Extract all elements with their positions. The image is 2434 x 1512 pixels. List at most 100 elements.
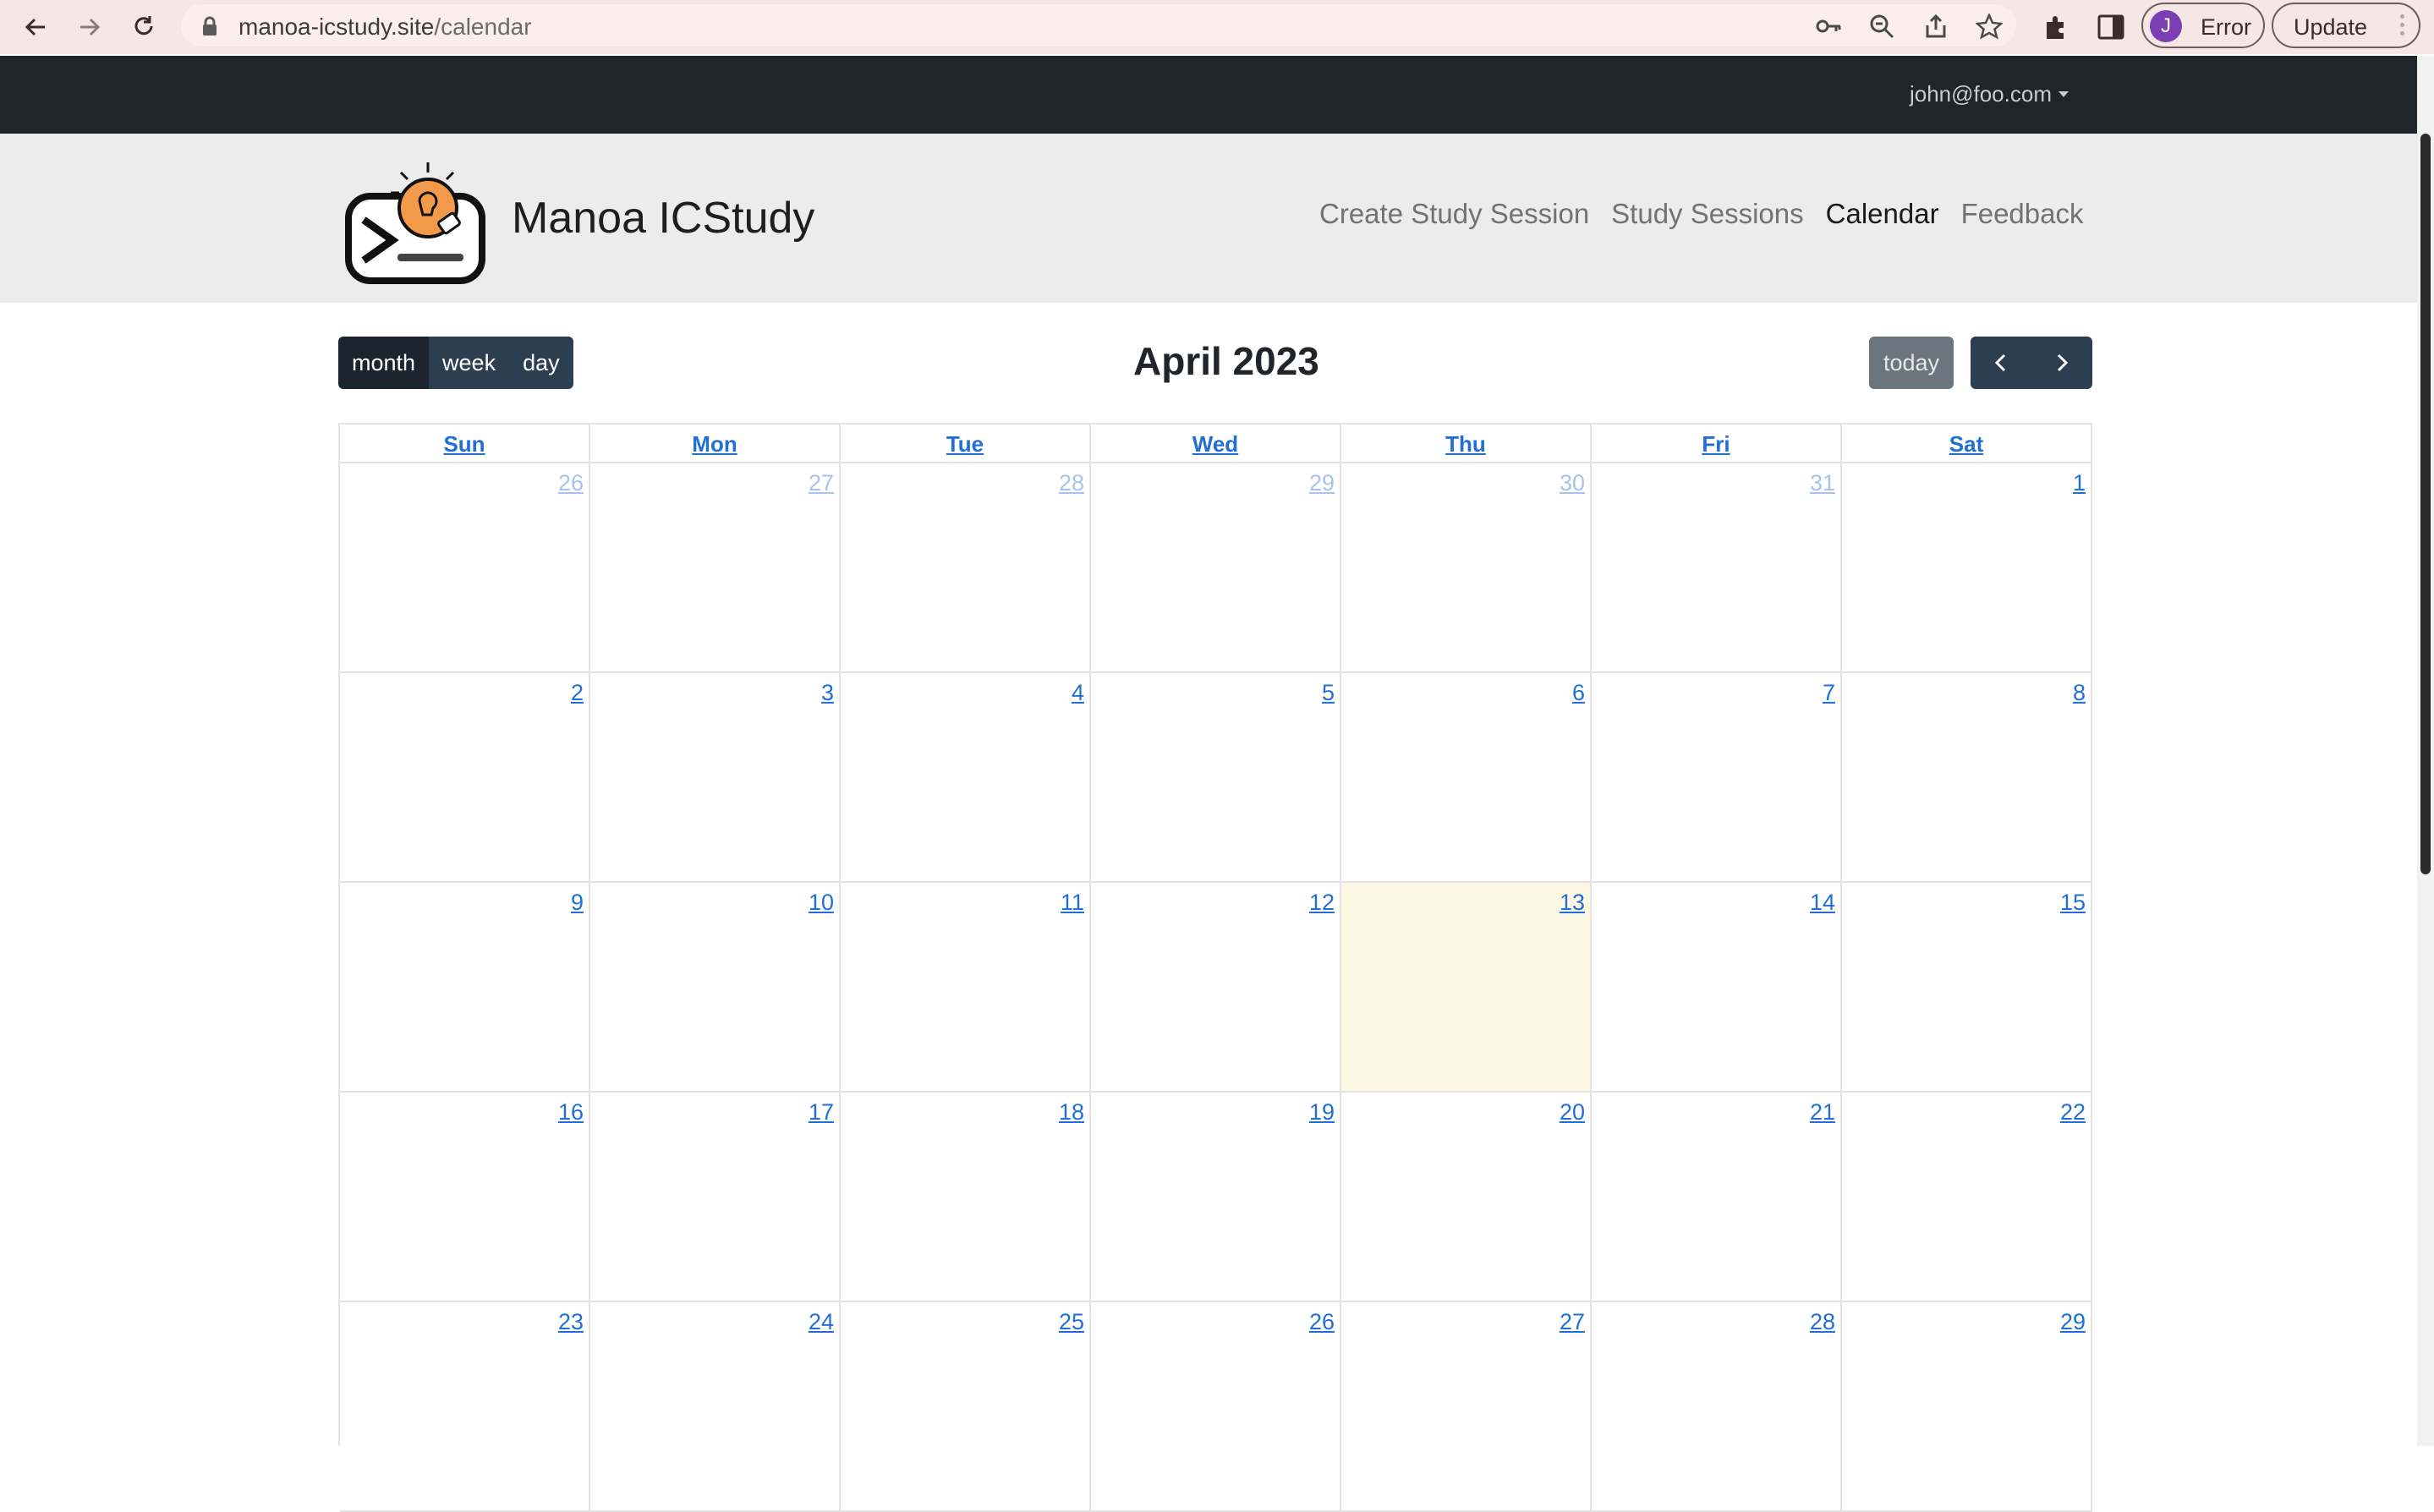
day-number-link[interactable]: 3 — [821, 680, 834, 706]
day-cell[interactable]: 7 — [1592, 673, 1842, 883]
day-cell[interactable]: 30 — [1341, 463, 1592, 673]
day-cell[interactable]: 14 — [1592, 883, 1842, 1093]
key-icon[interactable] — [1815, 14, 1841, 39]
address-bar[interactable]: manoa-icstudy.site/calendar — [181, 4, 2016, 47]
day-number-link[interactable]: 16 — [558, 1099, 584, 1126]
week-view-button[interactable]: week — [429, 337, 510, 389]
day-number-link[interactable]: 20 — [1560, 1099, 1585, 1126]
day-number-link[interactable]: 2 — [571, 680, 584, 706]
day-cell[interactable]: 27 — [1341, 1302, 1592, 1512]
next-month-button[interactable] — [2031, 337, 2092, 389]
day-cell[interactable]: 11 — [841, 883, 1091, 1093]
zoom-icon[interactable] — [1869, 14, 1894, 39]
day-cell[interactable]: 25 — [841, 1302, 1091, 1512]
lock-icon[interactable] — [201, 16, 218, 41]
weekday-link[interactable]: Sat — [1949, 431, 1983, 457]
day-number-link[interactable]: 15 — [2060, 890, 2086, 916]
day-cell[interactable]: 15 — [1842, 883, 2092, 1093]
day-number-link[interactable]: 11 — [1061, 890, 1084, 916]
day-cell[interactable]: 5 — [1091, 673, 1341, 883]
profile-button[interactable]: J Error — [2141, 3, 2265, 48]
day-cell[interactable]: 10 — [590, 883, 841, 1093]
day-number-link[interactable]: 21 — [1810, 1099, 1835, 1126]
day-number-link[interactable]: 31 — [1810, 470, 1835, 496]
day-number-link[interactable]: 4 — [1072, 680, 1084, 706]
weekday-link[interactable]: Mon — [692, 431, 737, 457]
share-icon[interactable] — [1923, 14, 1949, 39]
day-cell[interactable]: 12 — [1091, 883, 1341, 1093]
day-cell[interactable]: 17 — [590, 1093, 841, 1302]
day-cell[interactable]: 29 — [1842, 1302, 2092, 1512]
day-view-button[interactable]: day — [509, 337, 573, 389]
day-cell[interactable]: 21 — [1592, 1093, 1842, 1302]
url-text[interactable]: manoa-icstudy.site/calendar — [238, 14, 532, 41]
day-cell[interactable]: 2 — [340, 673, 590, 883]
back-arrow-icon[interactable] — [19, 10, 52, 44]
day-number-link[interactable]: 27 — [809, 470, 834, 496]
puzzle-icon[interactable] — [2042, 12, 2072, 42]
day-number-link[interactable]: 1 — [2073, 470, 2086, 496]
day-cell[interactable]: 19 — [1091, 1093, 1341, 1302]
day-number-link[interactable]: 23 — [558, 1309, 584, 1335]
day-cell[interactable]: 27 — [590, 463, 841, 673]
day-cell[interactable]: 23 — [340, 1302, 590, 1512]
side-panel-icon[interactable] — [2096, 12, 2126, 42]
day-number-link[interactable]: 29 — [2060, 1309, 2086, 1335]
day-cell[interactable]: 22 — [1842, 1093, 2092, 1302]
day-number-link[interactable]: 26 — [558, 470, 584, 496]
day-cell[interactable]: 9 — [340, 883, 590, 1093]
month-view-button[interactable]: month — [338, 337, 430, 389]
day-cell[interactable]: 13 — [1341, 883, 1592, 1093]
day-number-link[interactable]: 6 — [1572, 680, 1585, 706]
nav-calendar[interactable]: Calendar — [1826, 198, 1939, 230]
user-dropdown[interactable]: john@foo.com — [1910, 81, 2069, 107]
weekday-link[interactable]: Sun — [443, 431, 485, 457]
day-cell[interactable]: 20 — [1341, 1093, 1592, 1302]
day-number-link[interactable]: 5 — [1322, 680, 1335, 706]
day-cell[interactable]: 26 — [340, 463, 590, 673]
today-button[interactable]: today — [1869, 337, 1954, 389]
weekday-link[interactable]: Thu — [1445, 431, 1486, 457]
day-cell[interactable]: 16 — [340, 1093, 590, 1302]
day-number-link[interactable]: 19 — [1309, 1099, 1335, 1126]
day-number-link[interactable]: 12 — [1309, 890, 1335, 916]
day-number-link[interactable]: 28 — [1810, 1309, 1835, 1335]
day-cell[interactable]: 24 — [590, 1302, 841, 1512]
day-number-link[interactable]: 18 — [1059, 1099, 1084, 1126]
kebab-menu-icon[interactable] — [2400, 14, 2405, 40]
day-number-link[interactable]: 10 — [809, 890, 834, 916]
day-cell[interactable]: 29 — [1091, 463, 1341, 673]
nav-feedback[interactable]: Feedback — [1961, 198, 2084, 230]
day-number-link[interactable]: 14 — [1810, 890, 1835, 916]
day-number-link[interactable]: 28 — [1059, 470, 1084, 496]
day-cell[interactable]: 6 — [1341, 673, 1592, 883]
weekday-link[interactable]: Tue — [946, 431, 984, 457]
day-cell[interactable]: 8 — [1842, 673, 2092, 883]
forward-arrow-icon[interactable] — [73, 10, 107, 44]
day-number-link[interactable]: 25 — [1059, 1309, 1084, 1335]
reload-icon[interactable] — [127, 10, 161, 44]
day-cell[interactable]: 1 — [1842, 463, 2092, 673]
day-number-link[interactable]: 27 — [1560, 1309, 1585, 1335]
day-number-link[interactable]: 13 — [1560, 890, 1585, 916]
day-cell[interactable]: 26 — [1091, 1302, 1341, 1512]
day-number-link[interactable]: 8 — [2073, 680, 2086, 706]
day-number-link[interactable]: 9 — [571, 890, 584, 916]
day-number-link[interactable]: 26 — [1309, 1309, 1335, 1335]
logo[interactable] — [345, 159, 491, 286]
nav-create-study-session[interactable]: Create Study Session — [1319, 198, 1589, 230]
day-cell[interactable]: 3 — [590, 673, 841, 883]
scrollbar-thumb[interactable] — [2420, 134, 2431, 874]
prev-month-button[interactable] — [1971, 337, 2031, 389]
update-button[interactable]: Update — [2272, 3, 2420, 48]
day-number-link[interactable]: 7 — [1823, 680, 1835, 706]
day-number-link[interactable]: 30 — [1560, 470, 1585, 496]
weekday-link[interactable]: Fri — [1702, 431, 1730, 457]
day-cell[interactable]: 31 — [1592, 463, 1842, 673]
brand-title[interactable]: Manoa ICStudy — [512, 193, 814, 244]
day-number-link[interactable]: 29 — [1309, 470, 1335, 496]
day-number-link[interactable]: 24 — [809, 1309, 834, 1335]
weekday-link[interactable]: Wed — [1192, 431, 1238, 457]
star-icon[interactable] — [1974, 12, 2004, 40]
day-cell[interactable]: 4 — [841, 673, 1091, 883]
